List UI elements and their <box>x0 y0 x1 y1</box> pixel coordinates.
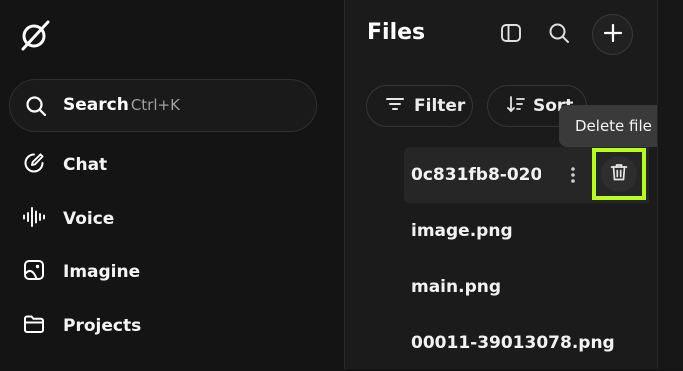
filter-icon <box>367 94 405 118</box>
delete-file-tooltip: Delete file <box>559 105 668 147</box>
toggle-sidebar-button[interactable] <box>491 15 531 55</box>
chat-pencil-icon <box>22 151 46 179</box>
search-icon <box>25 95 47 117</box>
sort-icon <box>488 94 526 118</box>
sidebar-item-label: Imagine <box>63 262 141 282</box>
sidebar-item-label: Projects <box>63 316 142 336</box>
logo-icon[interactable] <box>18 18 52 52</box>
delete-file-button[interactable] <box>592 148 646 200</box>
search-files-button[interactable] <box>539 15 579 55</box>
file-row[interactable]: main.png <box>404 259 649 315</box>
sidebar-panel-icon <box>500 22 522 48</box>
file-name: image.png <box>411 221 513 241</box>
sidebar: Search Ctrl+K Chat Voice Imagine Project… <box>0 0 345 369</box>
file-name: main.png <box>411 277 502 297</box>
trash-icon <box>609 162 629 186</box>
right-edge-panel <box>657 0 683 369</box>
sidebar-item-voice[interactable]: Voice <box>22 199 322 239</box>
search-button[interactable]: Search Ctrl+K <box>9 79 317 132</box>
file-name: 0c831fb8-020c <box>411 165 541 185</box>
image-icon <box>22 258 46 286</box>
file-row[interactable]: 00011-39013078.png <box>404 315 649 371</box>
folder-icon <box>22 312 46 340</box>
search-icon <box>548 22 570 48</box>
sidebar-item-label: Voice <box>63 209 115 229</box>
sidebar-item-projects[interactable]: Projects <box>22 306 322 346</box>
file-row[interactable]: image.png <box>404 203 649 259</box>
sidebar-item-imagine[interactable]: Imagine <box>22 252 322 292</box>
voice-waveform-icon <box>22 205 46 233</box>
more-options-icon[interactable] <box>563 162 583 188</box>
search-text: Search <box>63 95 129 115</box>
panel-title: Files <box>367 20 426 45</box>
search-label: Search Ctrl+K <box>63 95 180 115</box>
filter-label: Filter <box>414 96 466 116</box>
trash-button-inner[interactable] <box>601 156 637 192</box>
files-panel: Files Filter Sort 0c831fb8-020c image.pn… <box>345 0 668 371</box>
plus-icon <box>603 23 623 47</box>
search-shortcut: Ctrl+K <box>130 96 180 114</box>
sidebar-item-label: Chat <box>63 155 108 175</box>
sidebar-item-chat[interactable]: Chat <box>22 145 322 185</box>
file-name: 00011-39013078.png <box>411 333 615 353</box>
filter-button[interactable]: Filter <box>366 85 473 127</box>
add-file-button[interactable] <box>592 14 633 55</box>
